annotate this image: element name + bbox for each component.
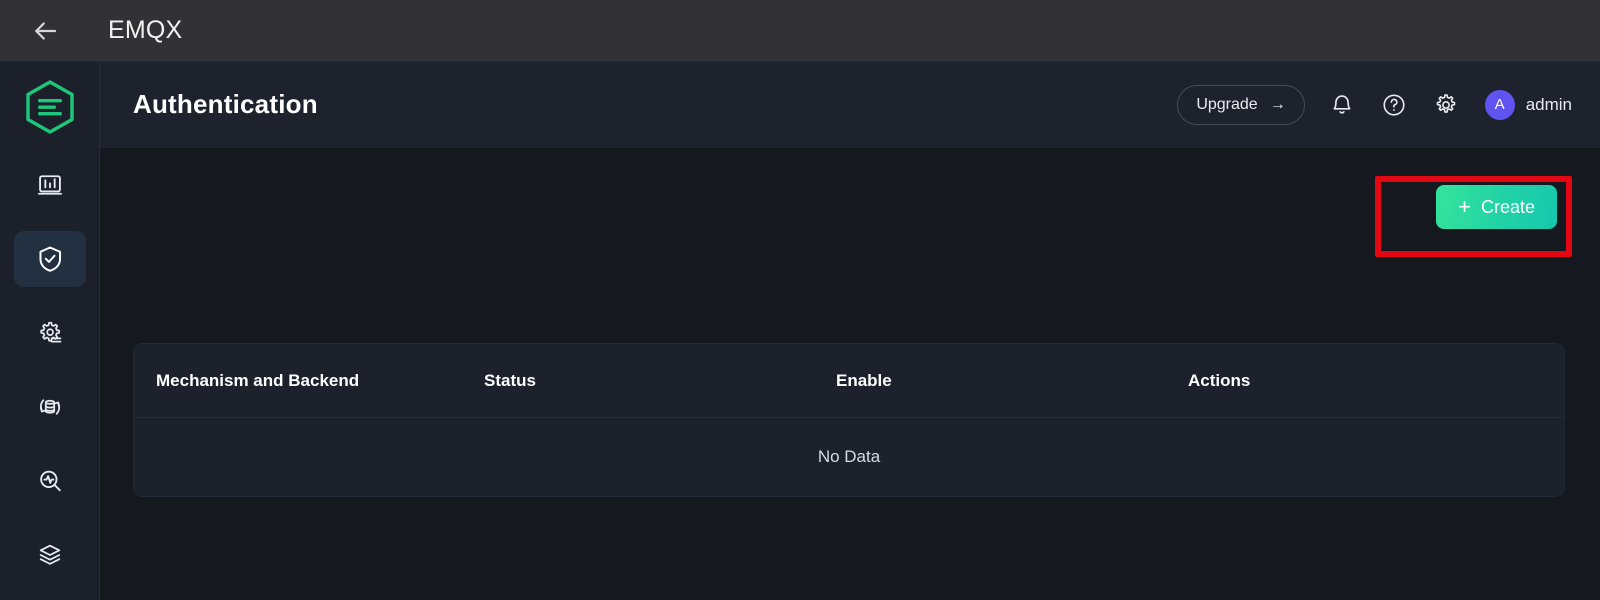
create-button[interactable]: + Create [1436, 185, 1557, 229]
create-label: Create [1480, 196, 1535, 217]
bar-chart-icon [37, 175, 62, 195]
help-button[interactable] [1379, 90, 1409, 120]
settings-button[interactable] [1431, 90, 1461, 120]
user-name: admin [1525, 94, 1572, 114]
back-arrow-icon [35, 21, 57, 40]
column-header-actions: Actions [1188, 370, 1251, 390]
sidebar [0, 62, 100, 600]
table-empty-state: No Data [817, 447, 881, 466]
page-header: Authentication Upgrade → A admin [100, 62, 1600, 148]
gear-list-icon [39, 321, 61, 343]
sidebar-item-access-control[interactable] [13, 231, 86, 287]
gear-icon [1436, 93, 1456, 113]
browser-top-bar: EMQX [0, 0, 1600, 62]
sidebar-item-data-integration[interactable] [14, 379, 86, 435]
shield-check-icon [39, 246, 61, 272]
plus-icon: + [1458, 194, 1471, 219]
emqx-logo[interactable] [22, 79, 78, 135]
authenticators-table: Mechanism and Backend Status Enable Acti… [133, 343, 1565, 497]
page-title: Authentication [133, 89, 318, 119]
main-area: Authentication Upgrade → A admin + Creat… [100, 62, 1600, 600]
back-button[interactable] [22, 8, 68, 54]
magnifier-pulse-icon [39, 470, 61, 492]
sidebar-item-management[interactable] [14, 527, 86, 583]
app-root: EMQX Authentication Upgrade → A admin + … [0, 0, 1600, 600]
database-sync-icon [39, 399, 60, 415]
page-content: + Create Mechanism and Backend Status En… [100, 148, 1600, 600]
sidebar-item-rules-engine[interactable] [14, 305, 86, 361]
sidebar-item-diagnose[interactable] [14, 453, 86, 509]
column-header-status: Status [484, 370, 536, 390]
avatar: A [1484, 89, 1515, 120]
upgrade-button[interactable]: Upgrade → [1177, 84, 1305, 125]
notifications-button[interactable] [1327, 90, 1357, 120]
layers-stack-icon [39, 544, 60, 565]
app-title: EMQX [108, 16, 183, 44]
user-menu[interactable]: A admin [1484, 89, 1572, 120]
sidebar-nav [0, 157, 99, 600]
arrow-right-icon: → [1269, 95, 1286, 113]
content-toolbar: + Create [133, 148, 1567, 266]
table-header-row: Mechanism and Backend Status Enable Acti… [134, 344, 1564, 418]
emqx-logo-icon [25, 80, 74, 134]
header-actions: Upgrade → A admin [1177, 84, 1572, 125]
question-circle-icon [1383, 93, 1405, 116]
sidebar-item-dashboard[interactable] [14, 157, 86, 213]
column-header-mechanism: Mechanism and Backend [156, 370, 360, 390]
bell-icon [1333, 94, 1351, 114]
upgrade-label: Upgrade [1196, 95, 1258, 113]
column-header-enable: Enable [836, 370, 892, 390]
